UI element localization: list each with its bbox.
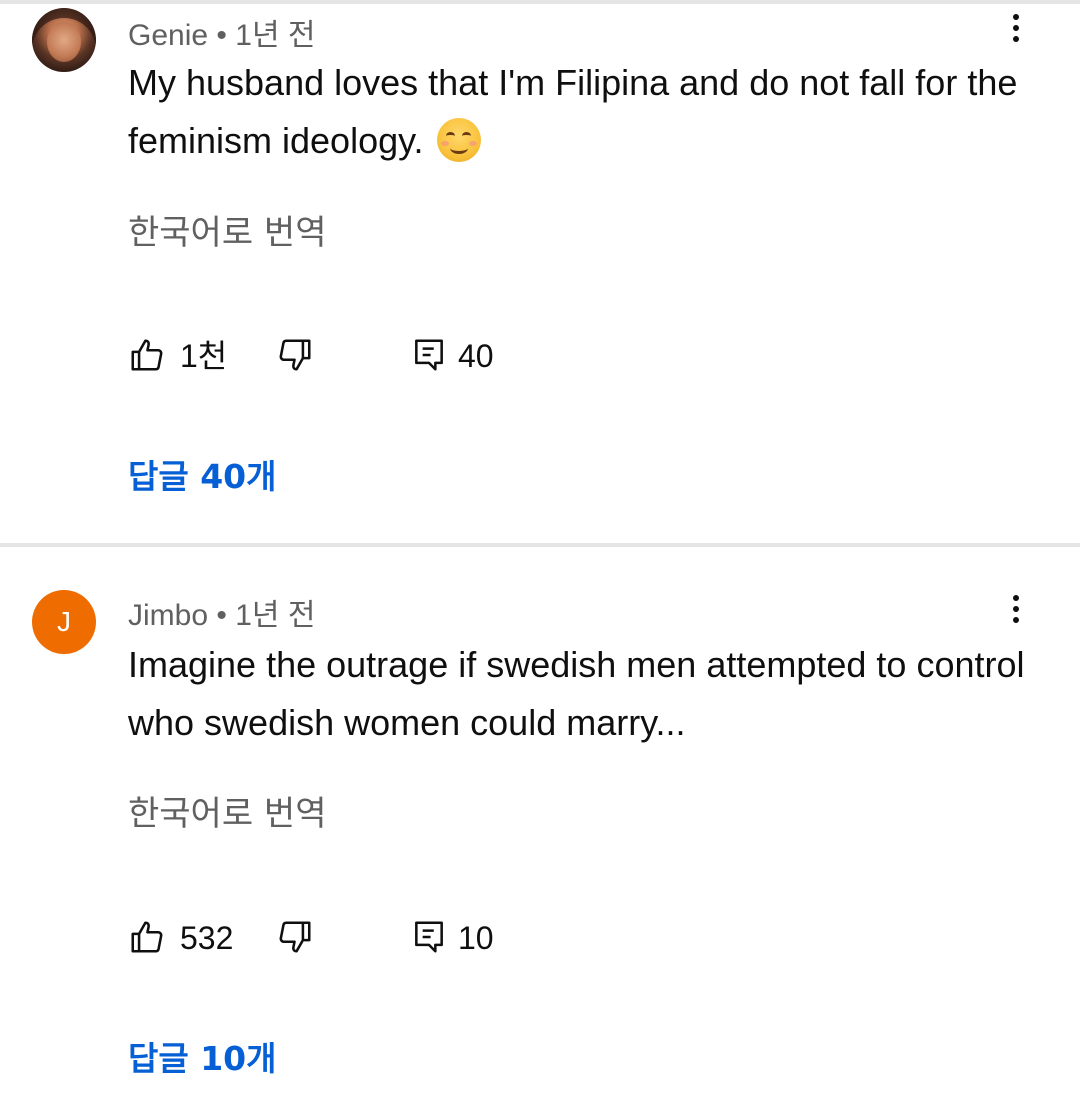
comment-item: J Jimbo • 1년 전 Imagine the outrage if sw… bbox=[0, 548, 1080, 1118]
author-name[interactable]: Genie bbox=[128, 19, 208, 52]
more-vertical-icon[interactable] bbox=[1000, 589, 1032, 629]
avatar[interactable]: J bbox=[32, 590, 96, 654]
reply-count: 40 bbox=[458, 338, 494, 374]
author-name[interactable]: Jimbo bbox=[128, 599, 208, 632]
comment-meta: Jimbo • 1년 전 bbox=[128, 590, 315, 634]
reply-count: 10 bbox=[458, 920, 494, 956]
reply-icon[interactable] bbox=[410, 918, 448, 956]
like-count: 532 bbox=[180, 920, 234, 956]
comment-meta: Genie • 1년 전 bbox=[128, 10, 316, 54]
meta-separator: • bbox=[216, 19, 227, 52]
comment-text: Imagine the outrage if swedish men attem… bbox=[128, 644, 1025, 743]
comment-actions: 1천 40 bbox=[128, 336, 628, 380]
avatar-letter: J bbox=[57, 606, 71, 637]
thumb-down-icon[interactable] bbox=[276, 918, 314, 956]
comment-text-content: My husband loves that I'm Filipina and d… bbox=[128, 62, 1018, 161]
smiling-face-emoji-icon bbox=[437, 118, 482, 162]
replies-link[interactable]: 답글 40개 bbox=[128, 450, 277, 498]
comment-text: My husband loves that I'm Filipina and d… bbox=[128, 54, 1028, 170]
translate-button[interactable]: 한국어로 번역 bbox=[128, 205, 327, 254]
translate-button[interactable]: 한국어로 번역 bbox=[128, 786, 327, 835]
thumb-up-icon[interactable] bbox=[128, 336, 166, 374]
reply-icon[interactable] bbox=[410, 336, 448, 374]
avatar[interactable] bbox=[32, 8, 96, 72]
like-count: 1천 bbox=[180, 338, 228, 374]
replies-link[interactable]: 답글 10개 bbox=[128, 1032, 277, 1080]
thumb-up-icon[interactable] bbox=[128, 918, 166, 956]
comment-time: 1년 전 bbox=[235, 599, 316, 632]
comment-item: Genie • 1년 전 My husband loves that I'm F… bbox=[0, 0, 1080, 546]
comment-actions: 532 10 bbox=[128, 918, 628, 962]
comment-time: 1년 전 bbox=[235, 19, 316, 52]
thumb-down-icon[interactable] bbox=[276, 336, 314, 374]
more-vertical-icon[interactable] bbox=[1000, 8, 1032, 48]
meta-separator: • bbox=[216, 599, 227, 632]
comment-divider bbox=[0, 543, 1080, 547]
